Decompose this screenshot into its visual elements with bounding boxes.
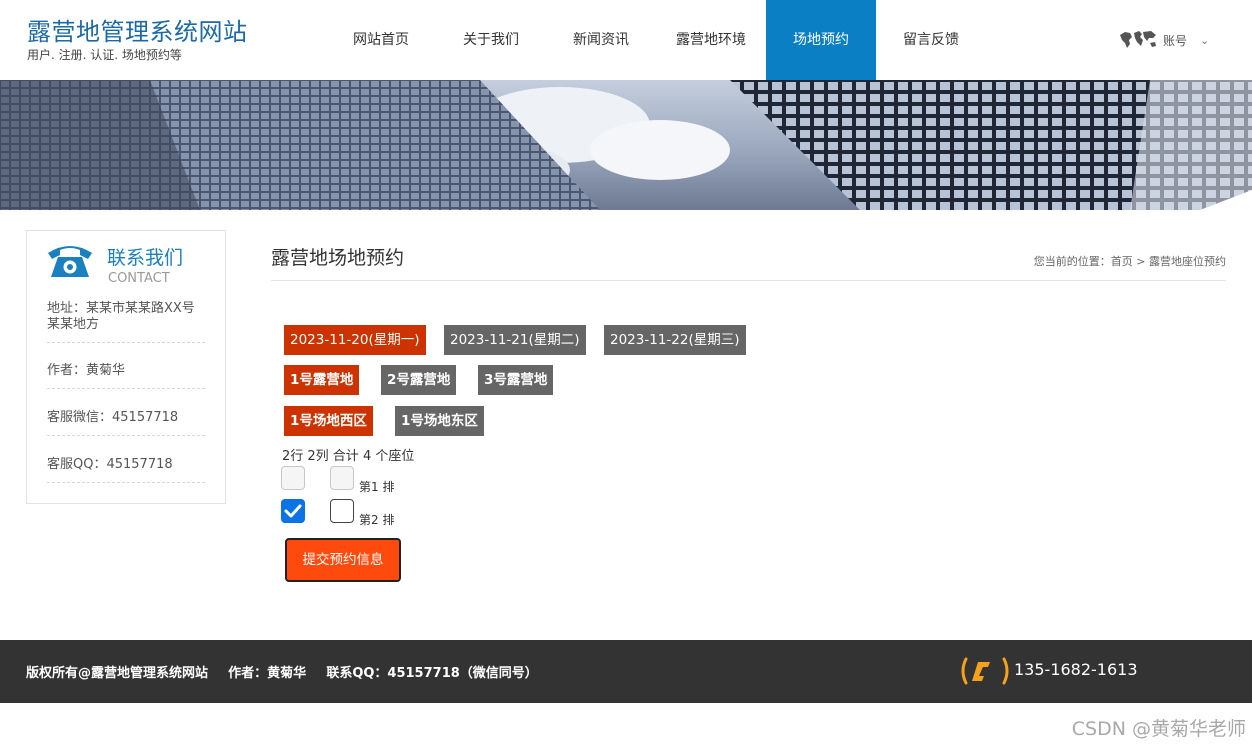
csdn-watermark: CSDN @黄菊华老师 xyxy=(1071,718,1246,740)
site-subtitle: 用户. 注册. 认证. 场地预约等 xyxy=(27,48,182,62)
header: 露营地管理系统网站 用户. 注册. 认证. 场地预约等 网站首页 关于我们 新闻… xyxy=(0,0,1252,80)
nav-about[interactable]: 关于我们 xyxy=(436,0,546,80)
footer-phone-number: 135-1682-1613 xyxy=(1014,660,1138,679)
camp-option-2[interactable]: 2号露营地 xyxy=(381,365,457,395)
contact-wechat: 客服微信：45157718 xyxy=(47,410,205,436)
seat-r1-c1 xyxy=(281,466,305,490)
nav-news[interactable]: 新闻资讯 xyxy=(546,0,656,80)
chevron-down-icon: ⌄ xyxy=(1200,33,1210,47)
nav-home[interactable]: 网站首页 xyxy=(326,0,436,80)
contact-address: 地址：某某市某某路XX号某某地方 xyxy=(47,299,205,343)
breadcrumb-home-link[interactable]: 首页 xyxy=(1111,255,1133,268)
date-option-1[interactable]: 2023-11-20(星期一) xyxy=(284,325,426,355)
telephone-icon xyxy=(48,246,92,277)
camp-option-1[interactable]: 1号露营地 xyxy=(284,365,360,395)
breadcrumb-separator: > xyxy=(1136,255,1146,268)
area-option-east[interactable]: 1号场地东区 xyxy=(395,406,484,436)
title-divider xyxy=(271,280,1226,281)
date-option-2[interactable]: 2023-11-21(星期二) xyxy=(444,325,586,355)
skyscraper-banner-image xyxy=(0,80,1252,210)
area-option-west[interactable]: 1号场地西区 xyxy=(284,406,373,436)
nav-feedback[interactable]: 留言反馈 xyxy=(876,0,986,80)
contact-subtitle: CONTACT xyxy=(108,271,170,286)
breadcrumb-current: 露营地座位预约 xyxy=(1149,255,1226,268)
seat-r2-c1[interactable] xyxy=(281,499,305,523)
hero-banner xyxy=(0,80,1252,210)
nav-environment[interactable]: 露营地环境 xyxy=(656,0,766,80)
date-option-3[interactable]: 2023-11-22(星期三) xyxy=(604,325,746,355)
seat-r1-c2 xyxy=(330,466,354,490)
breadcrumb-prefix: 您当前的位置： xyxy=(1033,255,1111,268)
seat-summary: 2行 2列 合计 4 个座位 xyxy=(282,449,415,464)
camp-option-3[interactable]: 3号露营地 xyxy=(478,365,554,395)
account-label: 账号 xyxy=(1163,33,1188,48)
contact-sidebar: 联系我们 CONTACT 地址：某某市某某路XX号某某地方 作者：黄菊华 客服微… xyxy=(26,230,226,504)
contact-author: 作者：黄菊华 xyxy=(47,363,205,389)
contact-title: 联系我们 xyxy=(107,247,184,269)
footer: 版权所有@露营地管理系统网站 作者：黄菊华 联系QQ：45157718（微信同号… xyxy=(0,640,1252,703)
submit-booking-button[interactable]: 提交预约信息 xyxy=(285,538,401,582)
page-title: 露营地场地预约 xyxy=(271,247,405,269)
row-label-1: 第1 排 xyxy=(359,480,395,494)
footer-copyright: 版权所有@露营地管理系统网站 xyxy=(26,666,209,681)
seat-r2-c2[interactable] xyxy=(330,499,354,523)
footer-info: 版权所有@露营地管理系统网站 作者：黄菊华 联系QQ：45157718（微信同号… xyxy=(26,662,554,681)
nav-booking[interactable]: 场地预约 xyxy=(766,0,876,80)
breadcrumb: 您当前的位置：首页 > 露营地座位预约 xyxy=(1034,253,1226,269)
contact-qq: 客服QQ：45157718 xyxy=(47,457,205,483)
site-title[interactable]: 露营地管理系统网站 xyxy=(27,12,248,47)
main-nav: 网站首页 关于我们 新闻资讯 露营地环境 场地预约 留言反馈 xyxy=(326,0,986,80)
checkmark-icon xyxy=(284,504,302,518)
world-map-icon xyxy=(1120,31,1156,48)
footer-author: 作者：黄菊华 xyxy=(228,666,307,681)
phone-icon xyxy=(961,657,1009,685)
account-menu[interactable]: 账号 ⌄ xyxy=(1118,28,1209,52)
footer-contact: 联系QQ：45157718（微信同号） xyxy=(326,666,538,681)
row-label-2: 第2 排 xyxy=(359,513,395,527)
